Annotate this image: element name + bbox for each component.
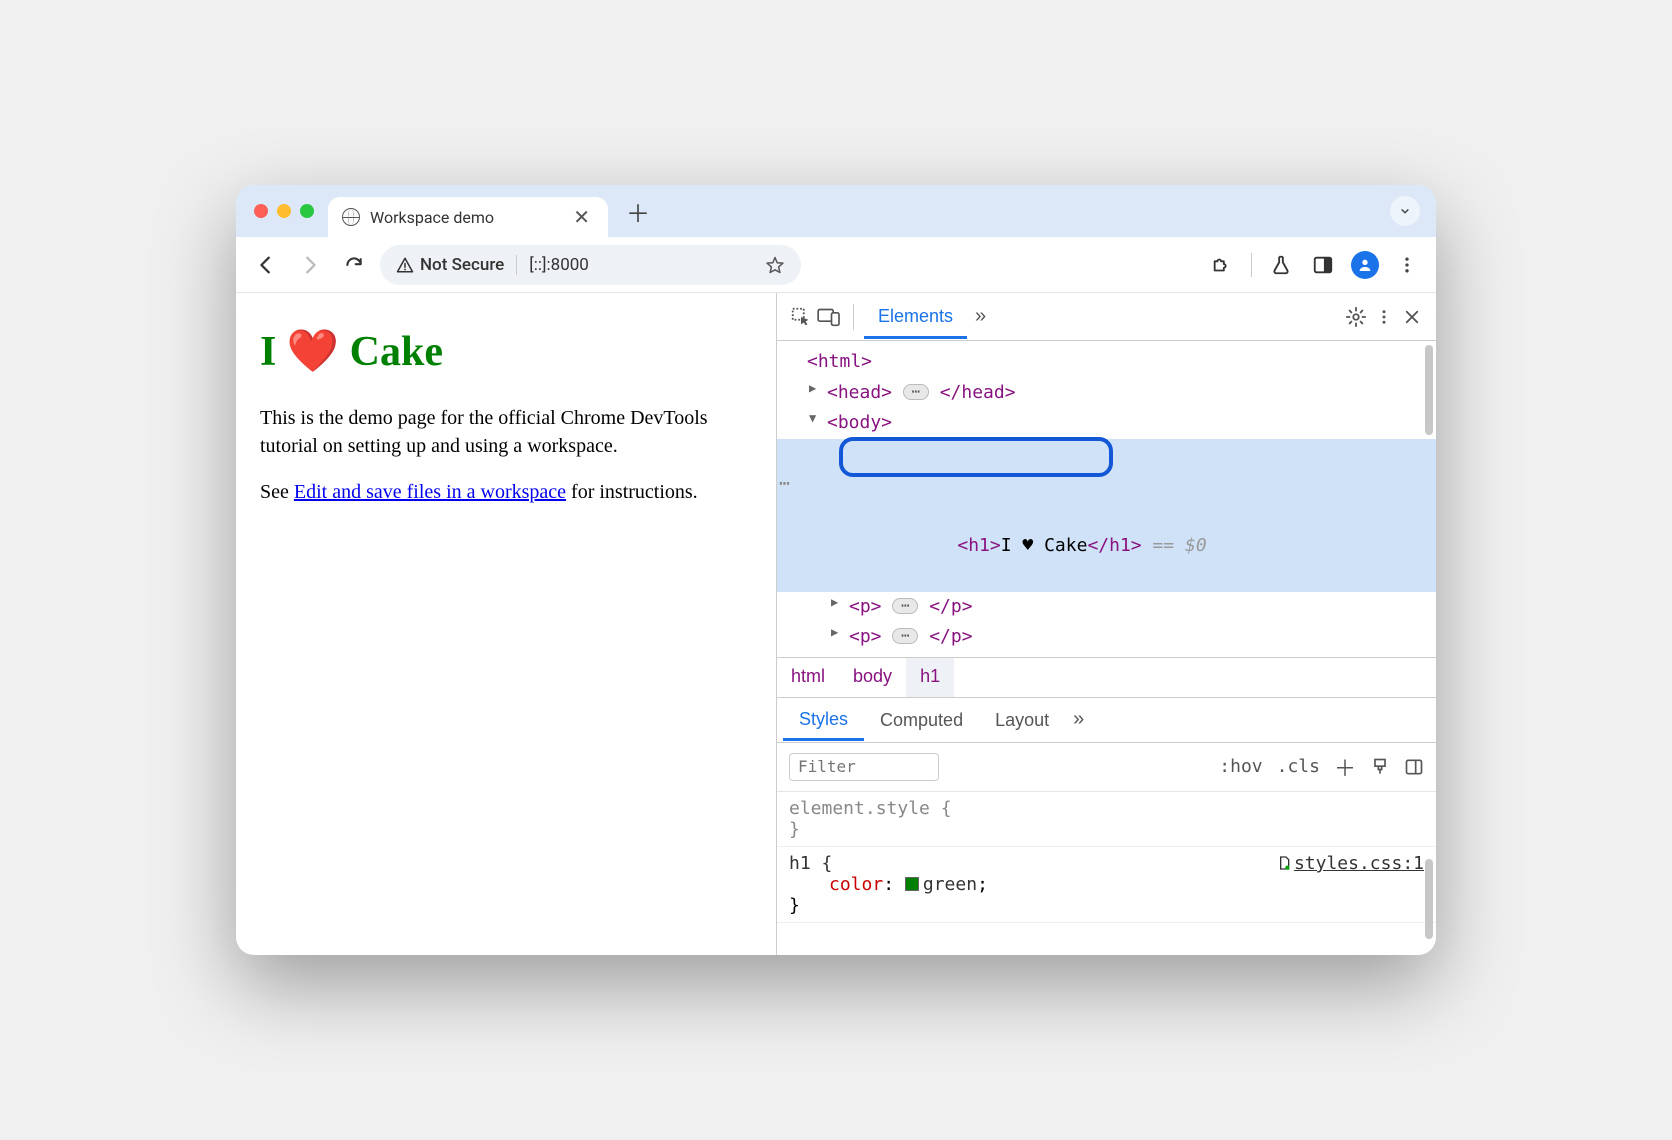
style-rules: element.style { } h1 { styles.css:1 colo…	[777, 792, 1436, 955]
page-paragraph-1: This is the demo page for the official C…	[260, 404, 752, 460]
panel-icon	[1312, 254, 1334, 276]
browser-window: Workspace demo ✕ ＋ Not Secure [::]:8000	[236, 185, 1436, 955]
crumb-html[interactable]: html	[777, 658, 839, 697]
toggle-common-button[interactable]	[1404, 757, 1424, 777]
dom-row-body[interactable]: ▼<body>	[777, 408, 1436, 439]
dollar-zero-label: == $0	[1152, 535, 1206, 556]
rule-element-style[interactable]: element.style { }	[777, 792, 1436, 847]
dom-row-h1-selected[interactable]: ⋯ <h1>I ♥ Cake</h1> == $0	[777, 439, 1436, 592]
new-tab-button[interactable]: ＋	[626, 194, 650, 229]
tab-strip: Workspace demo ✕ ＋	[236, 185, 1436, 237]
labs-button[interactable]	[1264, 248, 1298, 282]
url-text: [::]:8000	[529, 255, 589, 275]
close-window-button[interactable]	[254, 204, 268, 218]
address-bar[interactable]: Not Secure [::]:8000	[380, 245, 801, 285]
new-rule-button[interactable]: ＋	[1334, 751, 1356, 783]
warning-triangle-icon	[396, 256, 414, 274]
puzzle-icon	[1211, 254, 1233, 276]
styles-tabs: Styles Computed Layout »	[777, 697, 1436, 743]
crumb-h1[interactable]: h1	[906, 658, 954, 697]
toolbar-divider	[1251, 253, 1252, 277]
styles-toolbar: :hov .cls ＋	[777, 743, 1436, 792]
dom-row-html[interactable]: <html>	[777, 347, 1436, 378]
webpage: I ❤️ Cake This is the demo page for the …	[236, 293, 776, 955]
profile-button[interactable]	[1348, 248, 1382, 282]
more-styles-tabs-button[interactable]: »	[1065, 708, 1092, 731]
dom-tree[interactable]: <html> ▶<head> </head> ▼<body> ⋯ <h1>I ♥…	[777, 341, 1436, 657]
collapsed-ellipsis-icon[interactable]	[892, 628, 918, 644]
minimize-window-button[interactable]	[277, 204, 291, 218]
arrow-right-icon	[299, 254, 321, 276]
computed-tab[interactable]: Computed	[864, 699, 979, 741]
row-actions-icon[interactable]: ⋯	[779, 469, 790, 500]
gear-icon	[1345, 306, 1367, 328]
dots-vertical-icon	[1397, 255, 1417, 275]
browser-toolbar: Not Secure [::]:8000	[236, 237, 1436, 293]
close-tab-button[interactable]: ✕	[569, 205, 594, 229]
brush-icon	[1370, 757, 1390, 777]
color-swatch[interactable]	[905, 877, 919, 891]
close-devtools-button[interactable]	[1398, 303, 1426, 331]
globe-icon	[342, 208, 360, 226]
dom-row-p1[interactable]: ▶<p> </p>	[777, 592, 1436, 623]
reload-icon	[344, 255, 364, 275]
highlight-ring	[839, 437, 1113, 477]
dom-row-head[interactable]: ▶<head> </head>	[777, 378, 1436, 409]
maximize-window-button[interactable]	[300, 204, 314, 218]
dots-vertical-icon	[1375, 308, 1393, 326]
crumb-body[interactable]: body	[839, 658, 906, 697]
hov-toggle[interactable]: :hov	[1219, 756, 1262, 777]
styles-filter-input[interactable]	[789, 753, 939, 781]
arrow-left-icon	[255, 254, 277, 276]
forward-button[interactable]	[292, 247, 328, 283]
rule-source-link[interactable]: styles.css:1	[1276, 853, 1424, 874]
dom-breadcrumbs: html body h1	[777, 657, 1436, 697]
cls-toggle[interactable]: .cls	[1277, 756, 1320, 777]
panel-right-icon	[1404, 757, 1424, 777]
close-icon	[1403, 308, 1421, 326]
styles-tab[interactable]: Styles	[783, 698, 864, 741]
device-toggle-button[interactable]	[815, 303, 843, 331]
inspect-element-button[interactable]	[787, 303, 815, 331]
security-chip[interactable]: Not Secure	[396, 255, 517, 275]
elements-tab[interactable]: Elements	[864, 294, 967, 339]
rules-scrollbar[interactable]	[1425, 859, 1433, 939]
security-label: Not Secure	[420, 255, 504, 275]
flask-icon	[1270, 254, 1292, 276]
side-panel-button[interactable]	[1306, 248, 1340, 282]
devtools-menu-button[interactable]	[1370, 303, 1398, 331]
browser-menu-button[interactable]	[1390, 248, 1424, 282]
tutorial-link[interactable]: Edit and save files in a workspace	[294, 481, 566, 503]
layout-tab[interactable]: Layout	[979, 699, 1065, 741]
dom-row-p2[interactable]: ▶<p> </p>	[777, 622, 1436, 653]
devtools-panel: Elements » <html> ▶<head> </head> ▼<body…	[776, 293, 1436, 955]
devtools-divider	[853, 304, 854, 330]
browser-tab[interactable]: Workspace demo ✕	[328, 197, 608, 237]
page-paragraph-2: See Edit and save files in a workspace f…	[260, 478, 752, 506]
star-icon[interactable]	[765, 255, 785, 275]
rule-h1[interactable]: h1 { styles.css:1 color: green; }	[777, 847, 1436, 923]
devtools-settings-button[interactable]	[1342, 303, 1370, 331]
more-panels-button[interactable]: »	[967, 305, 994, 328]
tabs-dropdown-button[interactable]	[1390, 196, 1420, 226]
collapsed-ellipsis-icon[interactable]	[903, 384, 929, 400]
inspect-icon	[790, 306, 812, 328]
file-icon	[1276, 855, 1292, 871]
devtools-toolbar: Elements »	[777, 293, 1436, 341]
page-heading: I ❤️ Cake	[260, 323, 752, 382]
tab-title: Workspace demo	[370, 208, 559, 227]
copy-styles-button[interactable]	[1370, 757, 1390, 777]
avatar-icon	[1351, 251, 1379, 279]
chevron-down-icon	[1398, 204, 1412, 218]
collapsed-ellipsis-icon[interactable]	[892, 598, 918, 614]
reload-button[interactable]	[336, 247, 372, 283]
extensions-button[interactable]	[1205, 248, 1239, 282]
back-button[interactable]	[248, 247, 284, 283]
content-area: I ❤️ Cake This is the demo page for the …	[236, 293, 1436, 955]
window-controls	[254, 204, 314, 218]
device-icon	[817, 307, 841, 327]
